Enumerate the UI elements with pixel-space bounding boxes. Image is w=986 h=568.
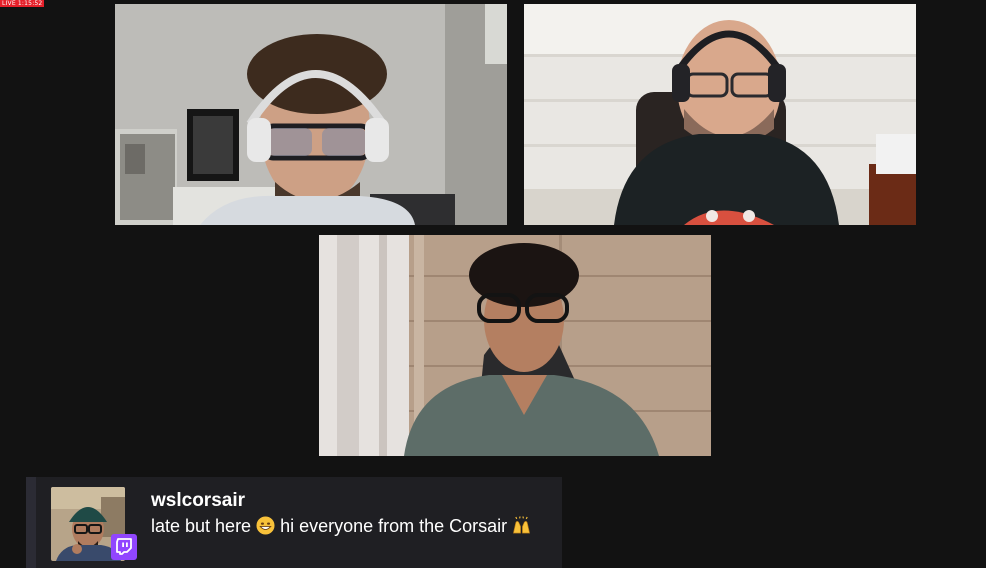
chat-message-card: wslcorsair late but here hi everyone fro… xyxy=(26,477,562,568)
grinning-face-icon xyxy=(256,516,275,535)
live-timer-badge: LIVE 1:15:52 xyxy=(0,0,45,7)
participant-2-video xyxy=(524,4,916,225)
video-tile-participant-3[interactable] xyxy=(319,235,711,456)
twitch-icon xyxy=(111,534,137,560)
participant-3-video xyxy=(319,235,711,456)
participant-1-video xyxy=(115,4,507,225)
chat-message-text: late but here hi everyone from the Corsa… xyxy=(151,516,531,537)
chat-username: wslcorsair xyxy=(151,490,245,511)
video-tile-participant-2[interactable] xyxy=(524,4,916,225)
chat-message-part-2: hi everyone from the Corsair xyxy=(275,516,513,536)
video-tile-participant-1[interactable] xyxy=(115,4,507,225)
chat-message-part-1: late but here xyxy=(151,516,257,536)
raising-hands-icon xyxy=(512,516,531,535)
